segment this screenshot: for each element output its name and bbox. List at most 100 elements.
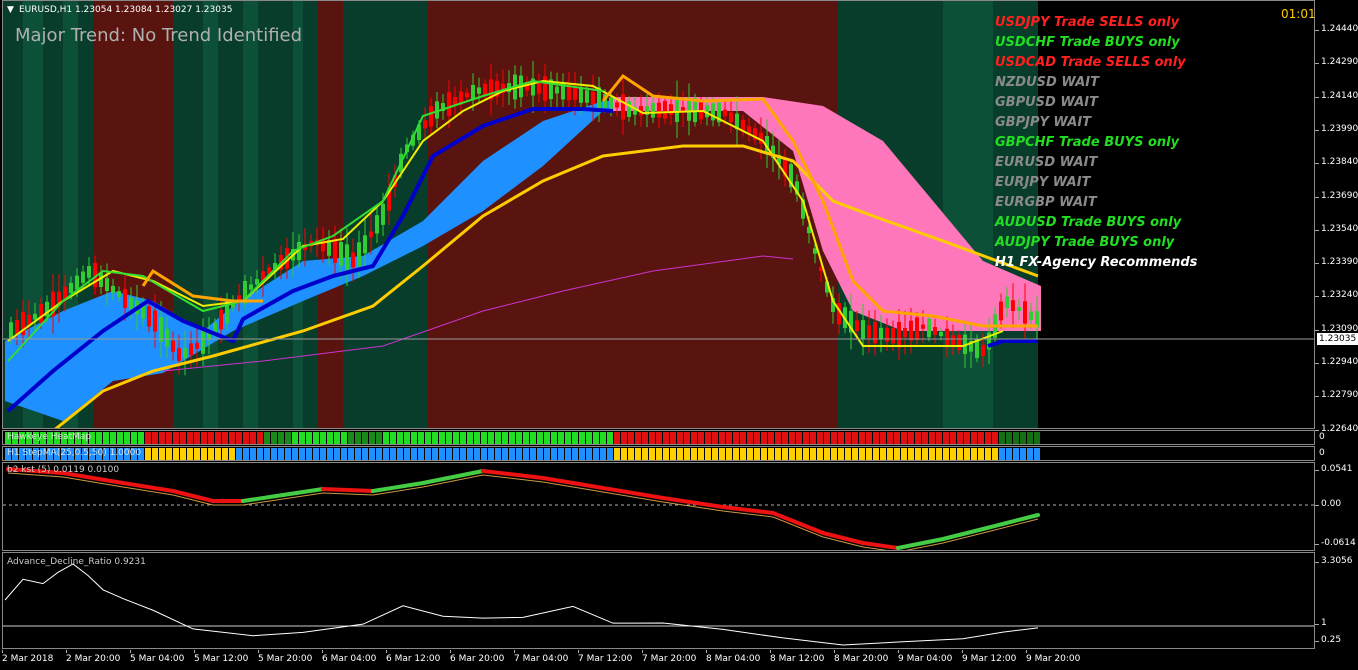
price-chart-pane[interactable]: ▼ EURUSD,H1 1.23054 1.23084 1.23027 1.23… [2, 0, 1315, 429]
stepma-cell [313, 448, 319, 460]
stepma-cell [761, 448, 767, 460]
heatmap-cell [481, 432, 487, 444]
candle-body [537, 81, 541, 94]
candle-body [939, 331, 943, 337]
stepma-cell [299, 448, 305, 460]
stepma-cell [390, 448, 396, 460]
candle-body [87, 266, 91, 278]
heatmap-axis-value: 0 [1319, 432, 1325, 442]
trend-zone [318, 1, 343, 428]
recommendation-item: USDCAD Trade SELLS only [995, 55, 1186, 70]
stepma-cell [978, 448, 984, 460]
oscillator-pane[interactable]: b2 kst (5) 0.0119 0.0100 [2, 462, 1315, 551]
stepma-pane[interactable]: H1 StepMA(25,0.5,50) 1.0000 [2, 446, 1315, 461]
stepma-cell [1034, 448, 1040, 460]
time-label: 6 Mar 04:00 [322, 650, 377, 664]
candle-body [39, 303, 43, 323]
heatmap-cell [810, 432, 816, 444]
adr-tick-bottom: 0.25 [1314, 635, 1342, 645]
heatmap-cell [936, 432, 942, 444]
stepma-cell [845, 448, 851, 460]
candle-body [627, 101, 631, 117]
heatmap-cell [397, 432, 403, 444]
recommendation-item: USDJPY Trade SELLS only [995, 15, 1180, 30]
heatmap-cell [985, 432, 991, 444]
stepma-cell [222, 448, 228, 460]
stepma-cell [915, 448, 921, 460]
candle-body [333, 239, 337, 263]
heatmap-cell [915, 432, 921, 444]
stepma-cell [698, 448, 704, 460]
heatmap-cell [782, 432, 788, 444]
stepma-cell [495, 448, 501, 460]
advance-decline-pane[interactable]: Advance_Decline_Ratio 0.9231 [2, 552, 1315, 649]
heatmap-pane[interactable]: Hawkeye HeatMap [2, 430, 1315, 445]
oscillator-segment [371, 481, 425, 493]
stepma-cell [257, 448, 263, 460]
heatmap-cell [145, 432, 151, 444]
stepma-cell [873, 448, 879, 460]
candle-body [615, 102, 619, 108]
heatmap-cell [579, 432, 585, 444]
heatmap-cell [957, 432, 963, 444]
stepma-cell [719, 448, 725, 460]
heatmap-cell [236, 432, 242, 444]
heatmap-cell [313, 432, 319, 444]
heatmap-cell [635, 432, 641, 444]
stepma-cell [439, 448, 445, 460]
stepma-cell [572, 448, 578, 460]
heatmap-cell [243, 432, 249, 444]
stepma-cell [1020, 448, 1026, 460]
time-label: 7 Mar 12:00 [578, 650, 633, 664]
stepma-cell [950, 448, 956, 460]
heatmap-cell [796, 432, 802, 444]
oscillator-segment [481, 469, 545, 480]
stepma-cell [649, 448, 655, 460]
candle-body [465, 92, 469, 98]
price-tick: 1.24290 [1314, 57, 1358, 68]
stepma-cell [1006, 448, 1012, 460]
candle-body [657, 102, 661, 118]
stepma-cell [838, 448, 844, 460]
heatmap-cell [530, 432, 536, 444]
candle-body [381, 203, 385, 225]
heatmap-cell [180, 432, 186, 444]
stepma-cell [684, 448, 690, 460]
adr-tick-top: 3.3056 [1315, 556, 1353, 566]
candle-body [861, 320, 865, 340]
stepma-cell [404, 448, 410, 460]
stepma-cell [523, 448, 529, 460]
stepma-cell [397, 448, 403, 460]
heatmap-cell [747, 432, 753, 444]
stepma-cell [236, 448, 242, 460]
heatmap-cell [460, 432, 466, 444]
stepma-cell [180, 448, 186, 460]
recommendation-item: EURGBP WAIT [995, 195, 1097, 210]
stepma-cell [159, 448, 165, 460]
candle-body [375, 215, 379, 234]
stepma-cell [586, 448, 592, 460]
heatmap-cell [887, 432, 893, 444]
price-tick: 1.22940 [1314, 357, 1358, 367]
heatmap-cell [565, 432, 571, 444]
candle-body [249, 284, 253, 290]
stepma-cell [579, 448, 585, 460]
heatmap-cell [523, 432, 529, 444]
stepma-cell [782, 448, 788, 460]
price-tick: 1.23690 [1314, 190, 1358, 201]
heatmap-cell [488, 432, 494, 444]
stepma-label: H1 StepMA(25,0.5,50) 1.0000 [7, 448, 142, 458]
candle-body [879, 327, 883, 340]
candle-body [1011, 300, 1015, 311]
candle-body [159, 317, 163, 342]
heatmap-cell [376, 432, 382, 444]
heatmap-cell [943, 432, 949, 444]
stepma-cell [376, 448, 382, 460]
stepma-cell [999, 448, 1005, 460]
stepma-cell [369, 448, 375, 460]
chart-menu-arrow-icon[interactable]: ▼ [7, 5, 14, 15]
adr-line [4, 563, 1039, 646]
heatmap-cell [537, 432, 543, 444]
heatmap-cell [880, 432, 886, 444]
stepma-cell [852, 448, 858, 460]
